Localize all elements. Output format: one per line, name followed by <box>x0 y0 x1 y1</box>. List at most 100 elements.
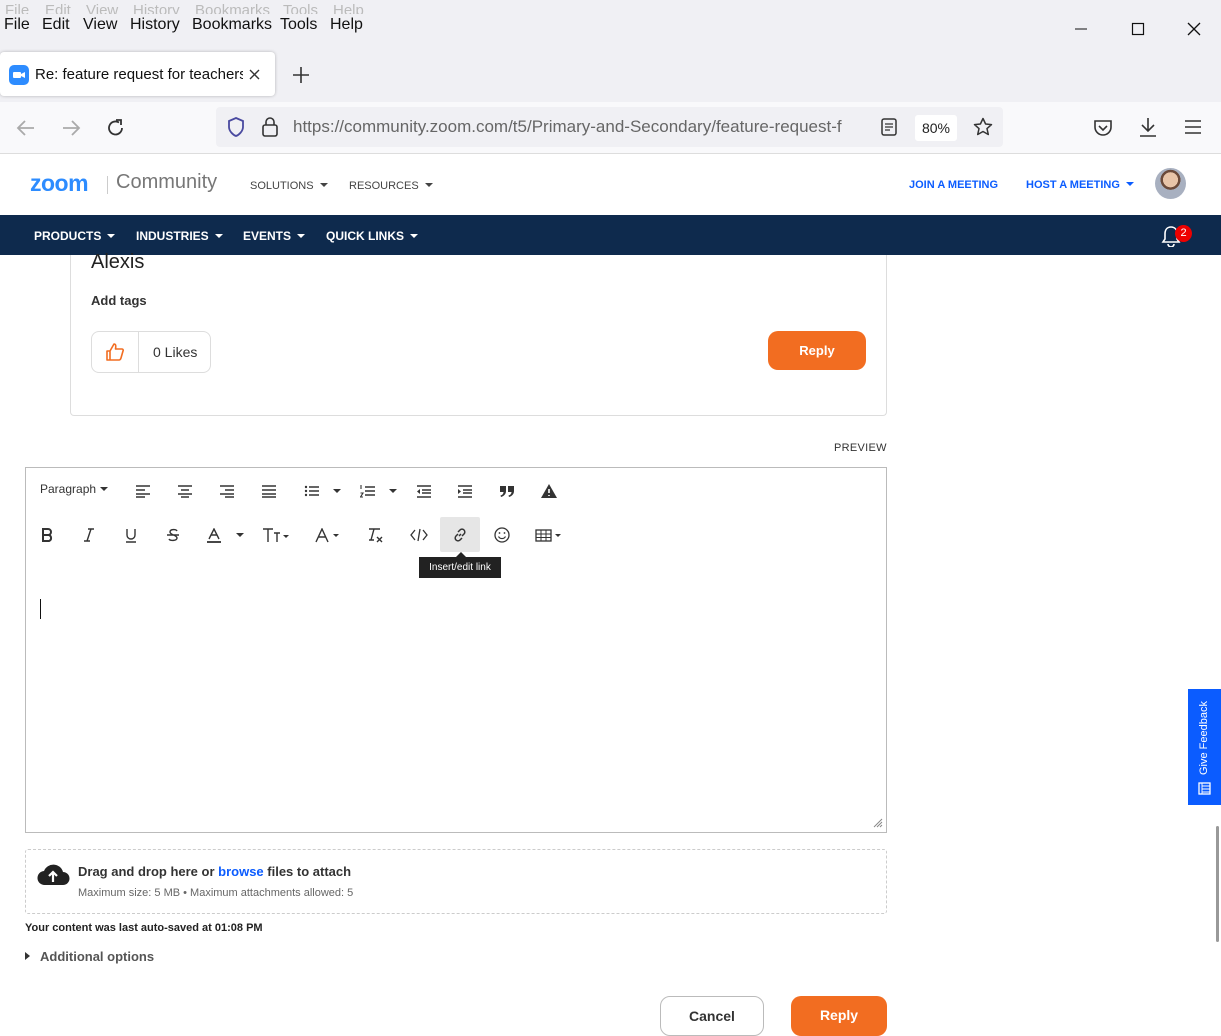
feedback-icon <box>1198 782 1211 795</box>
blockquote-button[interactable] <box>489 476 525 506</box>
indent-button[interactable] <box>447 476 483 506</box>
menu-hamburger-icon[interactable] <box>1184 119 1202 135</box>
menu-help[interactable]: Help <box>330 16 363 34</box>
community-label[interactable]: Community <box>116 171 217 194</box>
post-card: Alexis Add tags 0 Likes Reply <box>70 251 887 416</box>
reload-icon[interactable] <box>106 118 126 138</box>
solutions-menu[interactable]: SOLUTIONS <box>250 180 328 192</box>
resize-handle-icon[interactable] <box>873 818 883 828</box>
font-family-button[interactable] <box>310 520 350 550</box>
reader-view-icon[interactable] <box>881 118 897 136</box>
reply-button[interactable]: Reply <box>791 996 887 1036</box>
justify-button[interactable] <box>251 476 287 506</box>
close-tab-icon[interactable] <box>249 69 260 80</box>
nav-products[interactable]: PRODUCTS <box>34 229 116 243</box>
nav-events[interactable]: EVENTS <box>243 229 306 243</box>
chevron-down-icon <box>107 234 116 238</box>
nav-industries[interactable]: INDUSTRIES <box>136 229 223 243</box>
chevron-down-icon <box>1125 182 1134 186</box>
align-center-button[interactable] <box>167 476 203 506</box>
font-size-button[interactable] <box>257 520 297 550</box>
attach-prefix: Drag and drop here or <box>78 864 219 879</box>
cancel-button[interactable]: Cancel <box>660 996 764 1036</box>
table-button[interactable] <box>530 520 570 550</box>
resources-menu[interactable]: RESOURCES <box>349 180 433 192</box>
pocket-icon[interactable] <box>1093 118 1113 137</box>
host-meeting-menu[interactable]: HOST A MEETING <box>1026 179 1134 191</box>
like-count[interactable]: 0 Likes <box>153 344 197 360</box>
bold-button[interactable] <box>29 520 65 550</box>
thumbs-up-icon[interactable] <box>105 342 125 362</box>
add-tags-link[interactable]: Add tags <box>91 293 147 308</box>
preview-link[interactable]: PREVIEW <box>834 442 887 454</box>
main-nav: PRODUCTS INDUSTRIES EVENTS QUICK LINKS 2 <box>0 215 1221 255</box>
attachment-dropzone[interactable]: Drag and drop here or browse files to at… <box>25 849 887 914</box>
ghost-menu-view: View <box>86 2 119 14</box>
bullet-list-dropdown[interactable] <box>326 476 348 506</box>
text-color-button[interactable] <box>196 520 232 550</box>
page-scrollbar[interactable] <box>1216 826 1219 942</box>
strikethrough-button[interactable] <box>155 520 191 550</box>
nav-quick-links[interactable]: QUICK LINKS <box>326 229 418 243</box>
zoom-logo[interactable]: zoom <box>30 170 89 197</box>
resources-label: RESOURCES <box>349 180 419 192</box>
new-tab-icon[interactable] <box>292 66 310 84</box>
menu-file[interactable]: File <box>4 16 30 34</box>
menu-tools[interactable]: Tools <box>280 16 317 34</box>
font-family-icon <box>315 527 339 542</box>
downloads-icon[interactable] <box>1138 116 1158 138</box>
ghost-menu-bookmarks: Bookmarks <box>195 2 271 14</box>
close-window-button[interactable] <box>1166 14 1221 44</box>
clear-formatting-button[interactable] <box>358 520 394 550</box>
url-bar[interactable]: https://community.zoom.com/t5/Primary-an… <box>216 107 1003 147</box>
underline-button[interactable] <box>113 520 149 550</box>
warning-macro-button[interactable] <box>531 476 567 506</box>
rich-text-editor: Paragraph Insert/edit link <box>25 467 887 833</box>
ghost-menu-tools: Tools <box>283 2 319 14</box>
text-color-icon <box>207 527 221 543</box>
additional-options-toggle[interactable]: Additional options <box>25 949 154 964</box>
back-icon[interactable] <box>16 119 36 137</box>
emoji-icon <box>494 527 510 543</box>
menu-history[interactable]: History <box>130 16 180 34</box>
user-avatar[interactable] <box>1155 168 1186 199</box>
align-left-button[interactable] <box>125 476 161 506</box>
emoji-button[interactable] <box>484 520 520 550</box>
like-widget: 0 Likes <box>91 331 211 373</box>
tracking-shield-icon[interactable] <box>227 117 245 137</box>
menu-view[interactable]: View <box>83 16 117 34</box>
code-button[interactable] <box>401 520 437 550</box>
chevron-down-icon <box>333 489 341 493</box>
give-feedback-tab[interactable]: Give Feedback <box>1188 689 1221 805</box>
bullet-list-button[interactable] <box>294 476 330 506</box>
solutions-label: SOLUTIONS <box>250 180 314 192</box>
code-icon <box>410 528 428 542</box>
join-meeting-link[interactable]: JOIN A MEETING <box>909 179 998 191</box>
minimize-button[interactable] <box>1053 14 1109 44</box>
ghost-menu-file: File <box>5 2 30 14</box>
zoom-level[interactable]: 80% <box>915 115 957 141</box>
chevron-down-icon <box>410 234 418 238</box>
numbered-list-dropdown[interactable] <box>382 476 404 506</box>
lock-icon[interactable] <box>262 117 278 137</box>
post-reply-button[interactable]: Reply <box>768 331 866 370</box>
text-color-dropdown[interactable] <box>229 520 251 550</box>
align-center-icon <box>178 485 192 498</box>
insert-link-button[interactable] <box>440 517 480 552</box>
numbered-list-button[interactable] <box>350 476 386 506</box>
active-tab[interactable]: Re: feature request for teachers <box>0 52 275 96</box>
menu-bookmarks[interactable]: Bookmarks <box>192 16 272 34</box>
outdent-button[interactable] <box>406 476 442 506</box>
menu-edit[interactable]: Edit <box>42 16 70 34</box>
browse-files-link[interactable]: browse <box>218 864 264 879</box>
maximize-button[interactable] <box>1110 14 1166 44</box>
forward-icon[interactable] <box>61 119 81 137</box>
nav-products-label: PRODUCTS <box>34 229 102 243</box>
italic-button[interactable] <box>71 520 107 550</box>
bookmark-star-icon[interactable] <box>973 117 993 137</box>
indent-icon <box>458 485 472 498</box>
bullet-list-icon <box>304 485 319 497</box>
paragraph-format-select[interactable]: Paragraph <box>40 482 109 496</box>
italic-icon <box>84 528 94 542</box>
align-right-button[interactable] <box>209 476 245 506</box>
